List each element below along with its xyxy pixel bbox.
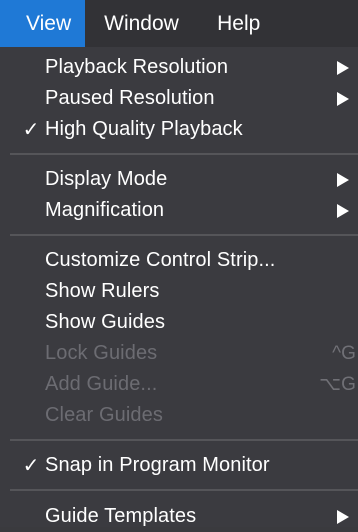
menu-item-label: Snap in Program Monitor xyxy=(45,454,270,476)
menu-separator xyxy=(10,439,358,441)
checkmark-icon: ✓ xyxy=(22,455,40,477)
menu-separator xyxy=(10,234,358,236)
menu-item-label: High Quality Playback xyxy=(45,118,243,140)
menu-item-label: Show Rulers xyxy=(45,280,160,302)
menu-item-add-guide: Add Guide... ⌥G xyxy=(0,369,358,400)
menu-separator xyxy=(10,153,358,155)
menubar-help[interactable]: Help xyxy=(200,0,260,47)
submenu-arrow-icon xyxy=(337,203,349,218)
menu-separator xyxy=(10,489,358,491)
shortcut-label: ⌥G xyxy=(319,374,356,395)
menu-item-label: Clear Guides xyxy=(45,404,163,426)
menubar-view[interactable]: View xyxy=(0,0,86,47)
submenu-arrow-icon xyxy=(337,91,349,106)
menu-item-label: Add Guide... xyxy=(45,373,158,395)
menu-bar: View Window Help xyxy=(0,0,358,47)
menubar-window[interactable]: Window xyxy=(85,0,200,47)
menu-item-display-mode[interactable]: Display Mode xyxy=(0,164,358,195)
menu-item-show-guides[interactable]: Show Guides xyxy=(0,307,358,338)
menu-item-label: Paused Resolution xyxy=(45,87,215,109)
menu-item-customize-control-strip[interactable]: Customize Control Strip... xyxy=(0,245,358,276)
menu-item-label: Show Guides xyxy=(45,311,166,333)
menu-item-paused-resolution[interactable]: Paused Resolution xyxy=(0,83,358,114)
menu-item-label: Lock Guides xyxy=(45,342,158,364)
menu-item-playback-resolution[interactable]: Playback Resolution xyxy=(0,52,358,83)
menu-item-label: Display Mode xyxy=(45,168,168,190)
shortcut-label: ^G xyxy=(332,342,356,364)
checkmark-icon: ✓ xyxy=(22,119,40,141)
submenu-arrow-icon xyxy=(337,60,349,75)
menu-item-show-rulers[interactable]: Show Rulers xyxy=(0,276,358,307)
menu-item-label: Customize Control Strip... xyxy=(45,249,276,271)
menu-item-lock-guides: Lock Guides ^G xyxy=(0,338,358,369)
menu-item-snap-in-program-monitor[interactable]: ✓ Snap in Program Monitor xyxy=(0,450,358,481)
view-menu-dropdown: Playback Resolution Paused Resolution ✓ … xyxy=(0,47,358,527)
menu-item-label: Magnification xyxy=(45,199,165,221)
menu-item-label: Playback Resolution xyxy=(45,56,229,78)
menu-item-guide-templates[interactable]: Guide Templates xyxy=(0,501,358,532)
menu-item-label: Guide Templates xyxy=(45,505,197,527)
menu-item-high-quality-playback[interactable]: ✓ High Quality Playback xyxy=(0,114,358,145)
submenu-arrow-icon xyxy=(337,509,349,524)
menu-item-clear-guides: Clear Guides xyxy=(0,400,358,431)
menu-item-magnification[interactable]: Magnification xyxy=(0,195,358,226)
submenu-arrow-icon xyxy=(337,172,349,187)
